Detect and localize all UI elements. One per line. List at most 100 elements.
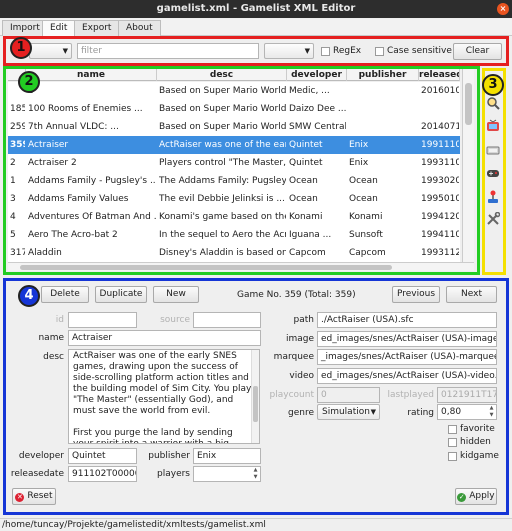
cell-releasedate: 20160105	[421, 86, 459, 96]
cell-developer: Capcom	[289, 248, 326, 258]
image-label: image	[285, 334, 314, 344]
window-close-button[interactable]: ×	[497, 3, 509, 15]
cell-releasedate: 19950101T00(	[421, 194, 459, 204]
menu-tab-export[interactable]: Export	[74, 20, 120, 36]
lastplayed-label: lastplayed	[387, 390, 434, 400]
path-label: path	[293, 315, 314, 325]
cell-desc: The evil Debbie Jelinksi is ...	[159, 194, 285, 204]
filter-mode-select[interactable]: ▼	[264, 43, 314, 59]
cell-publisher: Enix	[349, 140, 369, 150]
genre-select[interactable]: Simulation ▼	[317, 404, 380, 420]
delete-button[interactable]: Delete	[41, 286, 89, 303]
cell-desc: Konami's game based on the...	[159, 212, 286, 222]
cell-publisher	[349, 100, 418, 119]
clear-button[interactable]: Clear	[453, 43, 502, 60]
cell-releasedate: 19941201T00(	[421, 212, 459, 222]
image-field[interactable]: ed_images/snes/ActRaiser (USA)-image.jpg	[317, 331, 497, 347]
menu-tab-import[interactable]: Import	[2, 20, 48, 36]
case-sensitive-checkbox[interactable]	[375, 47, 384, 56]
cell-desc: Based on Super Mario World...	[159, 122, 286, 132]
filter-field-select[interactable]: ▼	[29, 43, 72, 59]
game-counter: Game No. 359 (Total: 359)	[237, 290, 356, 300]
desc-textarea[interactable]: ActRaiser was one of the early SNES game…	[68, 349, 260, 444]
id-field[interactable]	[68, 312, 137, 328]
apply-button[interactable]: ✓ Apply	[455, 488, 497, 505]
column-header-name[interactable]: name	[26, 69, 157, 81]
horizontal-scrollbar-thumb[interactable]	[20, 265, 392, 270]
annotation-number-4: 4	[18, 285, 40, 307]
next-button[interactable]: Next	[446, 286, 497, 303]
previous-button[interactable]: Previous	[392, 286, 440, 303]
vertical-scrollbar[interactable]	[462, 69, 474, 262]
table-row[interactable]: 2 Actraiser 2 Players control "The Master,…	[8, 154, 460, 173]
cell-developer: SMW Central	[289, 122, 346, 132]
reset-button[interactable]: ✕ Reset	[12, 488, 56, 505]
cell-name: Addams Family - Pugsley's ...	[28, 176, 156, 186]
players-spin-arrows[interactable]: ▲ ▼	[251, 467, 260, 481]
video-label: video	[289, 371, 314, 381]
cartridge-icon[interactable]	[486, 143, 500, 157]
table-row[interactable]: 5 Aero The Acro-bat 2 In the sequel to Aer…	[8, 226, 460, 245]
cell-name: Aladdin	[28, 248, 62, 258]
developer-field[interactable]: Quintet	[68, 448, 137, 464]
horizontal-scrollbar[interactable]	[8, 262, 474, 271]
source-field[interactable]	[193, 312, 261, 328]
cell-publisher: Ocean	[349, 194, 378, 204]
tools-icon[interactable]	[486, 211, 501, 226]
duplicate-button[interactable]: Duplicate	[95, 286, 147, 303]
kidgame-checkbox[interactable]	[448, 452, 457, 461]
search-icon[interactable]	[486, 96, 500, 110]
playcount-label: playcount	[269, 390, 314, 400]
cell-desc: Based on Super Mario World...	[159, 86, 286, 96]
cell-developer: Quintet	[289, 158, 323, 168]
path-field[interactable]: ./ActRaiser (USA).sfc	[317, 312, 497, 328]
cell-desc: Disney's Aladdin is based on ...	[159, 248, 286, 258]
publisher-field[interactable]: Enix	[193, 448, 261, 464]
annotation-number-1: 1	[10, 37, 32, 59]
releasedate-field[interactable]: 911102T000000	[68, 466, 137, 482]
new-button[interactable]: New	[153, 286, 199, 303]
cell-publisher: Konami	[349, 212, 383, 222]
desc-scrollbar-thumb[interactable]	[253, 386, 258, 422]
table-row[interactable]: 259 7th Annual VLDC: ... Based on Super Ma…	[8, 118, 460, 137]
rating-spin-arrows[interactable]: ▲ ▼	[487, 405, 496, 419]
table-row[interactable]: 185 100 Rooms of Enemies ... Based on Supe…	[8, 100, 460, 119]
hidden-checkbox[interactable]	[448, 438, 457, 447]
case-sensitive-label: Case sensitive	[387, 46, 452, 56]
video-field[interactable]: ed_images/snes/ActRaiser (USA)-video.mp4	[317, 368, 497, 384]
regex-checkbox[interactable]	[321, 47, 330, 56]
chevron-down-icon: ▼	[370, 408, 376, 416]
menu-tab-about[interactable]: About	[118, 20, 161, 36]
tv-icon[interactable]	[486, 119, 500, 133]
table-row[interactable]: 3 Addams Family Values The evil Debbie Jel…	[8, 190, 460, 209]
joystick-icon[interactable]	[486, 190, 500, 204]
gamepad-icon[interactable]	[486, 166, 500, 180]
cell-desc: Based on Super Mario World...	[159, 104, 286, 114]
cell-publisher: Enix	[349, 158, 369, 168]
genre-label: genre	[288, 408, 314, 418]
vertical-scrollbar-thumb[interactable]	[465, 83, 472, 125]
hidden-label: hidden	[460, 437, 491, 447]
column-header-developer[interactable]: developer	[287, 69, 347, 81]
menu-tab-edit[interactable]: Edit	[42, 20, 76, 36]
table-row[interactable]: 1 Addams Family - Pugsley's ... The Addams…	[8, 172, 460, 191]
filter-input[interactable]: filter	[77, 43, 259, 59]
name-field[interactable]: Actraiser	[68, 330, 261, 346]
table-row[interactable]: eBased on Super Mario World...Medic, ...…	[8, 82, 460, 101]
marquee-field[interactable]: _images/snes/ActRaiser (USA)-marquee.png	[317, 349, 497, 365]
favorite-label: favorite	[460, 424, 495, 434]
window-title: gamelist.xml - Gamelist XML Editor	[156, 3, 356, 14]
column-header-releasedate[interactable]: releasedat	[419, 69, 460, 81]
table-row[interactable]: 359Actraiser ActRaiser was one of the ear…	[8, 136, 460, 155]
status-bar: /home/tuncay/Projekte/gamelistedit/xmlte…	[0, 518, 512, 531]
cell-id: 5	[10, 230, 16, 240]
favorite-checkbox[interactable]	[448, 425, 457, 434]
desc-scrollbar[interactable]	[251, 350, 259, 443]
table-row[interactable]: 4 Adventures Of Batman And ... Konami's ga…	[8, 208, 460, 227]
table-row[interactable]: 317 Aladdin Disney's Aladdin is based on .…	[8, 244, 460, 263]
column-header-publisher[interactable]: publisher	[347, 69, 419, 81]
desc-paragraph: First you purge the land by sending your…	[73, 428, 233, 444]
column-header-desc[interactable]: desc	[157, 69, 287, 81]
source-label: source	[160, 315, 190, 325]
annotation-number-3: 3	[482, 74, 504, 96]
